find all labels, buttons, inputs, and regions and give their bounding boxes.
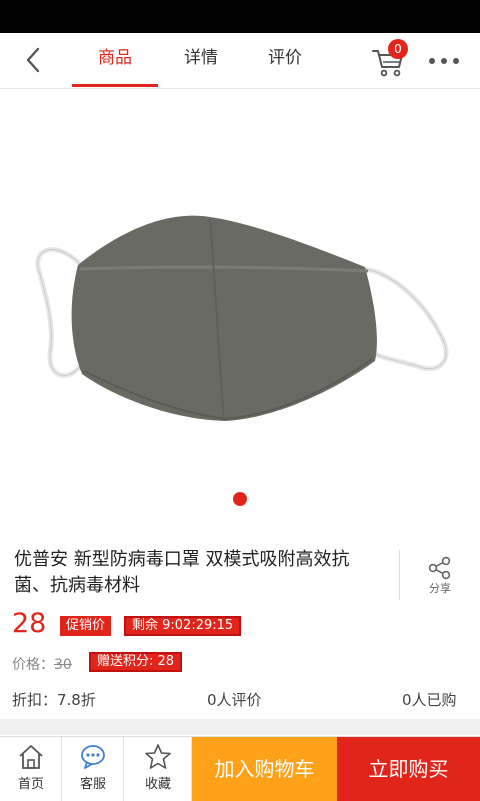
- discount-text: 折扣：7.8折: [12, 691, 96, 709]
- product-image[interactable]: [0, 89, 480, 519]
- status-bar: [0, 0, 480, 33]
- active-tab-indicator: [72, 84, 158, 87]
- tab-detail[interactable]: 详情: [158, 33, 244, 88]
- face-mask-image: [35, 215, 449, 421]
- product-stats: 折扣：7.8折 0人评价 0人已购: [0, 685, 480, 715]
- share-icon: [428, 556, 451, 580]
- favorite-label: 收藏: [144, 777, 171, 792]
- tab-reviews[interactable]: 评价: [242, 33, 328, 88]
- add-to-cart-button[interactable]: 加入购物车: [192, 737, 337, 801]
- share-button[interactable]: 分享: [418, 556, 462, 598]
- tab-product[interactable]: 商品: [72, 33, 158, 88]
- service-label: 客服: [79, 777, 106, 792]
- star-icon: [145, 744, 171, 769]
- back-button[interactable]: [18, 43, 52, 77]
- product-title: 优普安 新型防病毒口罩 双模式吸附高效抗菌、抗病毒材料: [14, 549, 350, 596]
- top-navigation: 商品 详情 评价 0: [0, 33, 480, 89]
- countdown-tag: 剩余 9:02:29:15: [124, 616, 242, 636]
- review-count: 0人评价: [207, 691, 262, 709]
- points-tag: 赠送积分: 28: [89, 652, 183, 672]
- share-label: 分享: [429, 582, 451, 595]
- original-price-value: 30: [54, 657, 72, 673]
- chat-bubble-icon: [81, 745, 105, 769]
- promo-price-tag: 促销价: [60, 616, 112, 636]
- divider: [399, 550, 400, 600]
- purchase-count: 0人已购: [402, 691, 457, 709]
- home-button[interactable]: 首页: [0, 737, 62, 801]
- original-price: 价格：30: [12, 654, 72, 674]
- chevron-left-icon: [26, 47, 40, 73]
- home-icon: [19, 745, 43, 769]
- carousel-indicator: [233, 492, 247, 506]
- cart-count-badge: 0: [388, 39, 408, 59]
- home-label: 首页: [17, 777, 44, 792]
- original-price-label: 价格：: [12, 657, 54, 673]
- more-button[interactable]: [424, 47, 464, 75]
- current-price: 28: [12, 608, 47, 639]
- customer-service-button[interactable]: 客服: [62, 737, 124, 801]
- bottom-action-bar: 首页 客服 收藏 加入购物车 立即购买: [0, 736, 480, 801]
- section-separator: [0, 719, 480, 735]
- more-dots-icon: [429, 58, 459, 64]
- buy-now-button[interactable]: 立即购买: [337, 737, 480, 801]
- favorite-button[interactable]: 收藏: [124, 737, 192, 801]
